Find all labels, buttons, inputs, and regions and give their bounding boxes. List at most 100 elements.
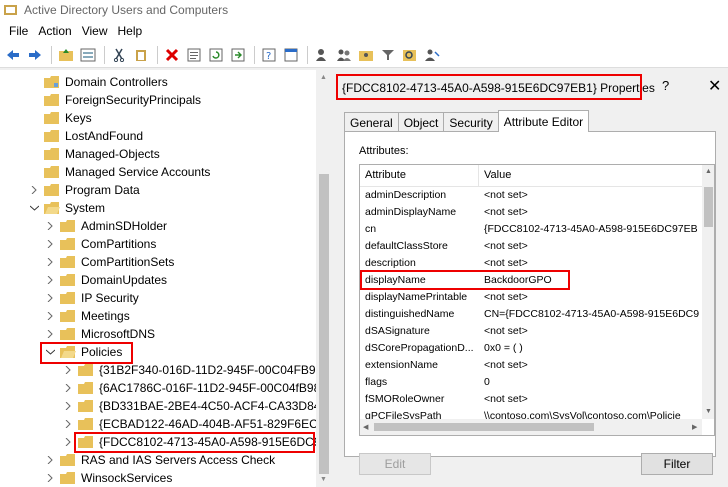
chevron-right-icon[interactable] bbox=[28, 127, 40, 145]
tree-item-managed-service-accounts[interactable]: Managed Service Accounts bbox=[28, 163, 210, 181]
cut-icon[interactable] bbox=[109, 45, 129, 65]
list-item[interactable]: flags 0 bbox=[360, 374, 702, 391]
tree-item-label: LostAndFound bbox=[65, 129, 144, 143]
help-icon[interactable]: ? bbox=[259, 45, 279, 65]
tree-pane[interactable]: Domain Controllers ForeignSecurityPrinci… bbox=[0, 70, 332, 487]
tree-item-compartitionsets[interactable]: ComPartitionSets bbox=[44, 253, 174, 271]
scroll-up-icon[interactable]: ▲ bbox=[705, 168, 712, 175]
tree-item-microsoftdns[interactable]: MicrosoftDNS bbox=[44, 325, 155, 343]
delete-icon[interactable] bbox=[162, 45, 182, 65]
list-vscroll-thumb[interactable] bbox=[704, 187, 713, 227]
properties-icon[interactable] bbox=[184, 45, 204, 65]
list-item[interactable]: defaultClassStore <not set> bbox=[360, 238, 702, 255]
chevron-right-icon[interactable] bbox=[28, 91, 40, 109]
tree-scroll-thumb[interactable] bbox=[319, 174, 329, 474]
add-user-icon[interactable] bbox=[312, 45, 332, 65]
chevron-right-icon[interactable] bbox=[28, 73, 40, 91]
tab-security[interactable]: Security bbox=[443, 112, 499, 132]
tree-item-domain-controllers[interactable]: Domain Controllers bbox=[28, 73, 168, 91]
menu-action[interactable]: Action bbox=[33, 24, 76, 38]
list-item[interactable]: cn {FDCC8102-4713-45A0-A598-915E6DC97EB bbox=[360, 221, 702, 238]
refresh-icon[interactable] bbox=[206, 45, 226, 65]
attributes-list[interactable]: Attribute Value adminDescription <not set… bbox=[359, 164, 715, 436]
delegate-icon[interactable] bbox=[422, 45, 442, 65]
list-item[interactable]: adminDisplayName <not set> bbox=[360, 204, 702, 221]
tab-general[interactable]: General bbox=[344, 112, 399, 132]
column-value[interactable]: Value bbox=[484, 169, 511, 181]
chevron-right-icon[interactable] bbox=[28, 109, 40, 127]
tree-item-compartitions[interactable]: ComPartitions bbox=[44, 235, 156, 253]
list-hscroll-thumb[interactable] bbox=[374, 423, 594, 431]
scroll-right-icon[interactable]: ▶ bbox=[692, 423, 697, 431]
tree-item-meetings[interactable]: Meetings bbox=[44, 307, 130, 325]
menu-file[interactable]: File bbox=[4, 24, 33, 38]
tree-item-lostandfound[interactable]: LostAndFound bbox=[28, 127, 143, 145]
find-icon[interactable] bbox=[400, 45, 420, 65]
tree-item-winsockservices[interactable]: WinsockServices bbox=[44, 469, 172, 487]
add-ou-icon[interactable] bbox=[356, 45, 376, 65]
chevron-right-icon[interactable] bbox=[62, 433, 74, 451]
filter-button[interactable]: Filter bbox=[641, 453, 713, 475]
chevron-right-icon[interactable] bbox=[44, 307, 56, 325]
tree-item-gpo-ecbad122[interactable]: {ECBAD122-46AD-404B-AF51-829F6ECD7 bbox=[62, 415, 331, 433]
chevron-right-icon[interactable] bbox=[28, 181, 40, 199]
chevron-right-icon[interactable] bbox=[62, 379, 74, 397]
folder-up-icon[interactable] bbox=[56, 45, 76, 65]
list-vertical-scrollbar[interactable]: ▲ ▼ bbox=[702, 165, 714, 419]
list-item[interactable]: distinguishedName CN={FDCC8102-4713-45A0-… bbox=[360, 306, 702, 323]
chevron-right-icon[interactable] bbox=[44, 217, 56, 235]
menu-help[interactable]: Help bbox=[113, 24, 148, 38]
close-icon[interactable]: ✕ bbox=[708, 76, 721, 96]
filter-icon[interactable] bbox=[378, 45, 398, 65]
list-item[interactable]: dSASignature <not set> bbox=[360, 323, 702, 340]
chevron-right-icon[interactable] bbox=[62, 397, 74, 415]
chevron-right-icon[interactable] bbox=[28, 145, 40, 163]
chevron-right-icon[interactable] bbox=[44, 271, 56, 289]
chevron-right-icon[interactable] bbox=[44, 235, 56, 253]
forward-arrow-icon[interactable] bbox=[25, 45, 45, 65]
back-arrow-icon[interactable] bbox=[3, 45, 23, 65]
console-icon[interactable] bbox=[281, 45, 301, 65]
tree-item-ip-security[interactable]: IP Security bbox=[44, 289, 139, 307]
scroll-down-icon[interactable]: ▼ bbox=[320, 476, 327, 483]
chevron-right-icon[interactable] bbox=[44, 253, 56, 271]
help-button[interactable]: ? bbox=[662, 78, 669, 93]
tree-item-gpo-6ac1786c[interactable]: {6AC1786C-016F-11D2-945F-00C04fB984 bbox=[62, 379, 327, 397]
tree-item-system[interactable]: System bbox=[28, 199, 105, 217]
chevron-right-icon[interactable] bbox=[28, 163, 40, 181]
list-item[interactable]: dSCorePropagationD... 0x0 = ( ) bbox=[360, 340, 702, 357]
list-item[interactable]: fSMORoleOwner <not set> bbox=[360, 391, 702, 408]
tree-item-domainupdates[interactable]: DomainUpdates bbox=[44, 271, 167, 289]
tree-item-foreign-security-principals[interactable]: ForeignSecurityPrincipals bbox=[28, 91, 201, 109]
chevron-down-icon[interactable] bbox=[28, 199, 40, 217]
add-group-icon[interactable] bbox=[334, 45, 354, 65]
scroll-up-icon[interactable]: ▲ bbox=[320, 74, 327, 81]
tree-item-adminsdholder[interactable]: AdminSDHolder bbox=[44, 217, 167, 235]
menu-view[interactable]: View bbox=[77, 24, 113, 38]
scroll-down-icon[interactable]: ▼ bbox=[705, 408, 712, 415]
tree-item-keys[interactable]: Keys bbox=[28, 109, 92, 127]
paste-icon[interactable] bbox=[131, 45, 151, 65]
chevron-right-icon[interactable] bbox=[62, 415, 74, 433]
tree-item-ras-ias[interactable]: RAS and IAS Servers Access Check bbox=[44, 451, 275, 469]
column-divider[interactable] bbox=[478, 165, 479, 187]
chevron-right-icon[interactable] bbox=[44, 289, 56, 307]
list-horizontal-scrollbar[interactable]: ◀ ▶ bbox=[360, 419, 702, 435]
details-view-icon[interactable] bbox=[78, 45, 98, 65]
chevron-right-icon[interactable] bbox=[44, 325, 56, 343]
list-item[interactable]: adminDescription <not set> bbox=[360, 187, 702, 204]
tree-item-gpo-bd331bae[interactable]: {BD331BAE-2BE4-4C50-ACF4-CA33D84F bbox=[62, 397, 328, 415]
tree-item-program-data[interactable]: Program Data bbox=[28, 181, 140, 199]
chevron-right-icon[interactable] bbox=[44, 451, 56, 469]
scroll-left-icon[interactable]: ◀ bbox=[363, 423, 368, 431]
list-item[interactable]: extensionName <not set> bbox=[360, 357, 702, 374]
list-item[interactable]: displayNamePrintable <not set> bbox=[360, 289, 702, 306]
column-attribute[interactable]: Attribute bbox=[365, 169, 406, 181]
tree-scrollbar[interactable]: ▲ ▼ bbox=[316, 70, 332, 487]
export-icon[interactable] bbox=[228, 45, 248, 65]
tab-object[interactable]: Object bbox=[397, 112, 445, 132]
tab-attribute-editor[interactable]: Attribute Editor bbox=[497, 110, 590, 132]
tree-item-managed-objects[interactable]: Managed-Objects bbox=[28, 145, 160, 163]
edit-button[interactable]: Edit bbox=[359, 453, 431, 475]
chevron-right-icon[interactable] bbox=[44, 469, 56, 487]
